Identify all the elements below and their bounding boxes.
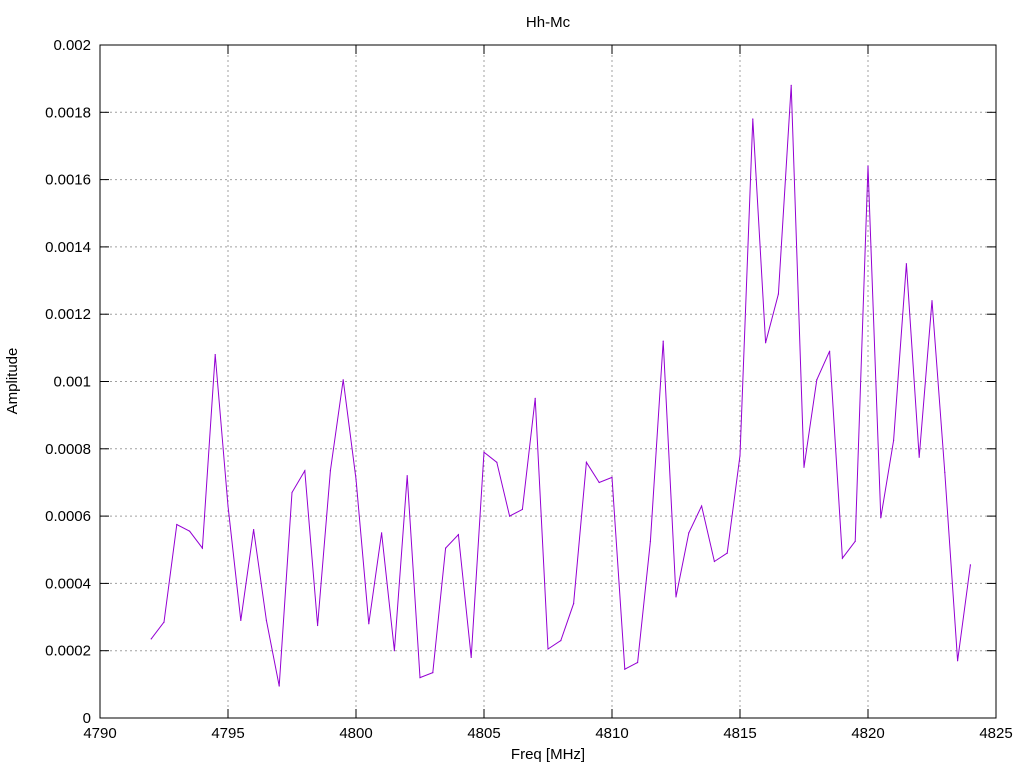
data-point <box>150 638 152 640</box>
x-tick-label: 4800 <box>339 725 372 742</box>
y-tick-label: 0.0018 <box>45 104 91 121</box>
y-tick-label: 0.0008 <box>45 441 91 458</box>
chart-title: Hh-Mc <box>526 14 571 31</box>
data-point <box>189 530 191 532</box>
x-tick-label: 4815 <box>723 725 756 742</box>
data-point <box>931 300 933 302</box>
data-point <box>496 461 498 463</box>
data-point <box>688 532 690 534</box>
data-point <box>470 656 472 659</box>
data-point <box>214 354 216 356</box>
data-point <box>317 624 319 627</box>
data-point <box>841 557 844 559</box>
data-point <box>547 648 549 650</box>
data-point <box>867 165 869 167</box>
data-point <box>585 461 588 463</box>
data-point <box>291 491 293 494</box>
data-point <box>957 660 959 662</box>
data-point <box>329 470 331 472</box>
data-point <box>483 451 485 453</box>
y-tick-label: 0.0012 <box>45 306 91 323</box>
grid-lines <box>100 45 996 718</box>
data-point <box>854 540 856 542</box>
x-tick-label: 4810 <box>595 725 628 742</box>
data-point <box>304 470 306 472</box>
data-point <box>726 552 728 554</box>
data-point <box>227 505 229 507</box>
data-point <box>368 623 370 625</box>
data-point <box>521 508 524 510</box>
data-point <box>534 397 536 399</box>
data-point <box>790 84 792 86</box>
data-point <box>701 505 703 507</box>
data-point <box>752 118 754 120</box>
chart: Hh-Mc 00.00020.00040.00060.00080.0010.00… <box>4 14 1013 763</box>
data-point <box>240 619 242 622</box>
data-point <box>445 547 447 549</box>
data-point <box>675 596 677 598</box>
x-tick-label: 4820 <box>851 725 884 742</box>
x-tick-label: 4790 <box>83 725 116 742</box>
data-point <box>163 621 165 623</box>
data-point <box>624 668 626 670</box>
data-point <box>803 466 805 468</box>
y-axis-label: Amplitude <box>4 348 21 415</box>
data-point <box>278 685 280 687</box>
data-point <box>176 523 178 526</box>
data-point <box>739 454 741 457</box>
data-point <box>381 532 383 534</box>
x-tick-label: 4805 <box>467 725 500 742</box>
data-point <box>777 293 780 295</box>
data-point <box>509 515 511 517</box>
data-point <box>457 534 459 536</box>
y-tick-label: 0.002 <box>53 37 91 54</box>
data-point <box>265 619 267 622</box>
data-point <box>944 471 946 473</box>
data-point <box>201 547 203 549</box>
data-point <box>560 640 562 642</box>
data-point <box>905 263 908 265</box>
data-point <box>713 560 716 563</box>
data-point <box>662 340 664 342</box>
y-tick-label: 0.0016 <box>45 172 91 189</box>
data-point <box>880 517 882 519</box>
series-layer <box>150 84 972 687</box>
data-point <box>253 529 255 531</box>
y-tick-label: 0.0006 <box>45 508 91 525</box>
data-point <box>355 478 357 480</box>
x-tick-label: 4795 <box>211 725 244 742</box>
x-axis-label: Freq [MHz] <box>511 746 585 763</box>
y-axis-tick-labels: 00.00020.00040.00060.00080.0010.00120.00… <box>45 37 91 727</box>
y-tick-label: 0.0002 <box>45 643 91 660</box>
data-point <box>419 677 421 679</box>
data-point <box>829 350 831 352</box>
x-axis-tick-labels: 4790 4795 4800 4805 4810 4815 4820 4825 <box>83 725 1012 742</box>
data-point <box>406 475 408 477</box>
y-tick-label: 0.001 <box>53 374 91 391</box>
data-point <box>611 476 613 478</box>
data-point <box>342 379 344 381</box>
y-tick-label: 0.0014 <box>45 239 91 256</box>
data-point <box>765 342 767 344</box>
data-point <box>649 540 652 542</box>
y-tick-label: 0.0004 <box>45 575 91 592</box>
data-point <box>573 603 575 605</box>
data-point <box>432 672 434 674</box>
data-point <box>393 650 395 652</box>
data-point <box>969 564 972 566</box>
data-point <box>918 456 920 458</box>
data-point <box>637 661 639 664</box>
data-point <box>816 379 818 381</box>
x-tick-label: 4825 <box>979 725 1012 742</box>
series-line <box>150 85 971 687</box>
data-point <box>598 481 600 484</box>
data-point <box>893 439 895 441</box>
